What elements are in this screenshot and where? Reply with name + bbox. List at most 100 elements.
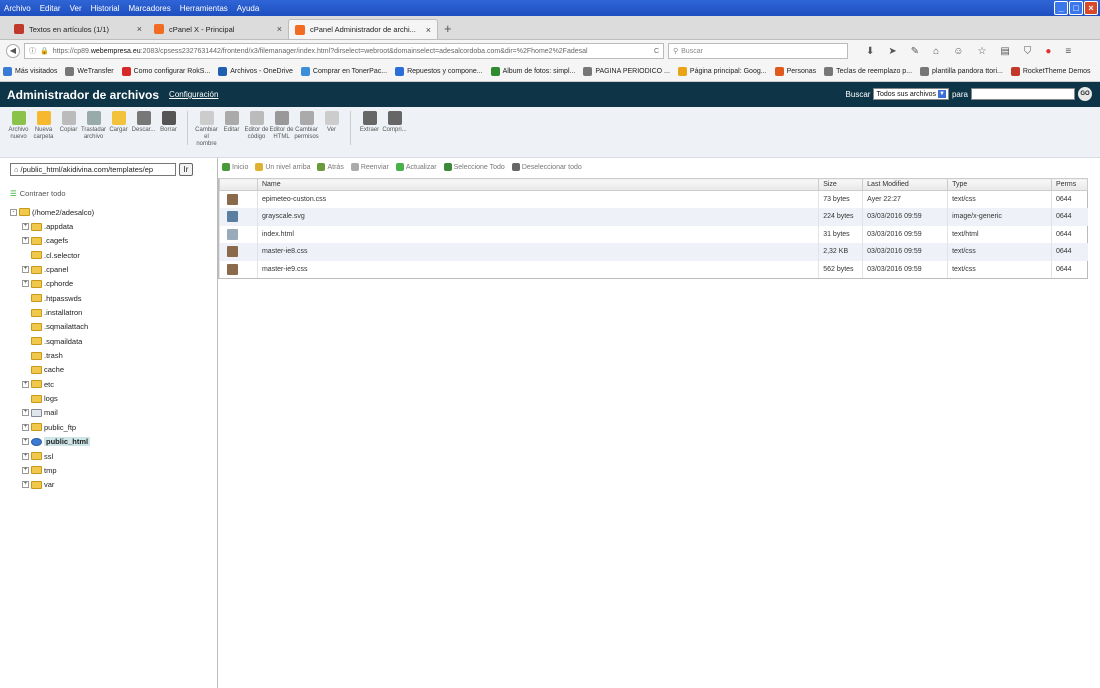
action-link-5[interactable]: Actualizar xyxy=(395,163,437,171)
menu-item[interactable]: Herramientas xyxy=(180,4,228,13)
tree-node[interactable]: .cl.selector xyxy=(10,248,94,262)
column-header[interactable]: Type xyxy=(947,178,1052,191)
close-tab-icon[interactable]: × xyxy=(277,24,282,34)
toolbar-button-12[interactable]: Cambiar permisos xyxy=(294,111,319,157)
toolbar-button-6[interactable]: Descar... xyxy=(131,111,156,157)
tab-1[interactable]: Textos en artículos (1/1) × xyxy=(8,19,148,39)
toolbar-button-3[interactable]: Copiar xyxy=(56,111,81,157)
action-link-4[interactable]: Reenviar xyxy=(350,163,389,171)
toolbar-button-7[interactable]: Borrar xyxy=(156,111,181,157)
tab-3[interactable]: cPanel Administrador de archi... × xyxy=(288,19,438,39)
path-input[interactable]: ⌂/public_html/akidivina.com/templates/ep xyxy=(10,163,176,176)
action-link-6[interactable]: Seleccione Todo xyxy=(443,163,505,171)
toolbar-button-2[interactable]: Nueva carpeta xyxy=(31,111,56,157)
send-icon[interactable]: ➤ xyxy=(888,46,896,57)
bookmark-star-icon[interactable]: ☆ xyxy=(977,46,986,57)
address-bar[interactable]: ⓘ 🔒 https://cp89.webempresa.eu:2083/cpse… xyxy=(24,43,664,59)
menu-item[interactable]: Ayuda xyxy=(237,4,260,13)
tree-node[interactable]: + public_html xyxy=(10,435,94,449)
home-icon[interactable]: ⌂ xyxy=(933,46,939,57)
tree-node[interactable]: + tmp xyxy=(10,463,94,477)
hamburger-menu-icon[interactable]: ≡ xyxy=(1065,46,1071,57)
expand-node-icon[interactable]: + xyxy=(22,280,29,288)
tree-node[interactable]: + public_ftp xyxy=(10,420,94,434)
menu-item[interactable]: Archivo xyxy=(4,4,31,13)
bookmark-item[interactable]: PAGINA PERIODICO ... xyxy=(583,67,670,76)
extension-icon[interactable]: ✎ xyxy=(911,46,919,57)
bookmark-item[interactable]: RocketTheme Demos xyxy=(1010,67,1091,76)
tree-node[interactable]: - (/home2/adesalco) xyxy=(10,205,94,219)
close-tab-icon[interactable]: × xyxy=(137,24,142,34)
action-link-1[interactable]: Inicio xyxy=(222,163,248,171)
bookmark-item[interactable]: plantilla pandora ttori... xyxy=(920,67,1003,76)
bookmark-item[interactable]: Más visitados xyxy=(3,67,57,76)
expand-node-icon[interactable]: + xyxy=(22,423,29,431)
action-link-2[interactable]: Un nivel arriba xyxy=(255,163,310,171)
tree-node[interactable]: .sqmailattach xyxy=(10,320,94,334)
collapse-all-link[interactable]: ☰ Contraer todo xyxy=(10,189,66,198)
pocket-icon[interactable]: ☺ xyxy=(953,46,963,57)
column-header[interactable]: Size xyxy=(818,178,864,191)
tree-node[interactable]: + etc xyxy=(10,377,94,391)
tree-node[interactable]: + .cphorde xyxy=(10,277,94,291)
tree-node[interactable]: .installatron xyxy=(10,305,94,319)
column-header[interactable]: Last Modified xyxy=(862,178,949,191)
expand-node-icon[interactable]: + xyxy=(22,380,29,388)
bookmark-item[interactable]: WeTransfer xyxy=(65,67,114,76)
bookmark-item[interactable]: Como configurar RokS... xyxy=(121,67,210,76)
toolbar-button-4[interactable]: Trasladar archivo xyxy=(81,111,106,157)
expand-node-icon[interactable]: + xyxy=(22,481,29,489)
table-row[interactable]: epimeteo-custon.css 73 bytes Ayer 22:27 tex… xyxy=(219,190,1088,208)
action-link-7[interactable]: Deseleccionar todo xyxy=(511,163,582,171)
shield-icon[interactable]: ⛉ xyxy=(1024,46,1032,57)
tree-node[interactable]: + .cpanel xyxy=(10,262,94,276)
column-header[interactable]: Name xyxy=(256,178,820,191)
back-button[interactable]: ◀ xyxy=(6,44,20,58)
adblock-icon[interactable]: ● xyxy=(1045,46,1051,57)
go-path-button[interactable]: Ir xyxy=(179,163,193,176)
menu-item[interactable]: Ver xyxy=(70,4,82,13)
action-link-3[interactable]: Atrás xyxy=(317,163,344,171)
expand-node-icon[interactable]: + xyxy=(22,223,29,231)
expand-node-icon[interactable]: + xyxy=(22,466,29,474)
tree-node[interactable]: + var xyxy=(10,478,94,492)
tab-2[interactable]: cPanel X - Principal × xyxy=(148,19,288,39)
tree-node[interactable]: + .cagefs xyxy=(10,234,94,248)
collapse-node-icon[interactable]: - xyxy=(10,208,17,216)
close-tab-icon[interactable]: × xyxy=(426,25,431,35)
column-header[interactable]: Perms xyxy=(1050,178,1089,191)
menu-item[interactable]: Historial xyxy=(91,4,120,13)
tree-node[interactable]: .trash xyxy=(10,348,94,362)
menu-item[interactable]: Marcadores xyxy=(129,4,171,13)
table-row[interactable]: master-ie8.css 2,32 KB 03/03/2016 09:59 tex… xyxy=(219,243,1088,261)
table-row[interactable]: master-ie9.css 562 bytes 03/03/2016 09:59 t… xyxy=(219,260,1088,278)
tree-node[interactable]: + ssl xyxy=(10,449,94,463)
go-button[interactable]: GO xyxy=(1078,87,1092,101)
search-input[interactable] xyxy=(971,88,1075,100)
toolbar-button-8[interactable]: Cambiar el nombre xyxy=(194,111,219,157)
toolbar-button-14[interactable]: Extraer xyxy=(357,111,382,157)
bookmark-item[interactable]: Comprar en TonerPac... xyxy=(300,67,387,76)
tree-node[interactable]: + mail xyxy=(10,406,94,420)
expand-node-icon[interactable]: + xyxy=(22,237,29,245)
minimize-button[interactable]: _ xyxy=(1054,1,1068,15)
expand-node-icon[interactable]: + xyxy=(22,266,29,274)
toolbar-button-9[interactable]: Editar xyxy=(219,111,244,157)
bookmark-item[interactable]: Teclas de reemplazo p... xyxy=(824,67,912,76)
toolbar-button-1[interactable]: Archivo nuevo xyxy=(6,111,31,157)
bookmark-item[interactable]: Album de fotos: simpl... xyxy=(490,67,575,76)
expand-node-icon[interactable]: + xyxy=(22,409,29,417)
toolbar-button-15[interactable]: Compri... xyxy=(382,111,407,157)
bookmark-item[interactable]: Repuestos y compone... xyxy=(395,67,483,76)
download-icon[interactable]: ⬇ xyxy=(866,46,874,57)
tree-node[interactable]: logs xyxy=(10,391,94,405)
reload-icon[interactable]: C xyxy=(654,48,659,55)
toolbar-button-10[interactable]: Editor de código xyxy=(244,111,269,157)
toolbar-button-13[interactable]: Ver xyxy=(319,111,344,157)
close-window-button[interactable]: × xyxy=(1084,1,1098,15)
bookmark-item[interactable]: Página principal: Goog... xyxy=(677,67,767,76)
browser-search-input[interactable]: ⚲ Buscar xyxy=(668,43,848,59)
search-scope-select[interactable]: Todos sus archivos ▼ xyxy=(873,88,949,100)
settings-link[interactable]: Configuración xyxy=(169,90,218,99)
table-row[interactable]: index.html 31 bytes 03/03/2016 09:59 text/h… xyxy=(219,225,1088,243)
